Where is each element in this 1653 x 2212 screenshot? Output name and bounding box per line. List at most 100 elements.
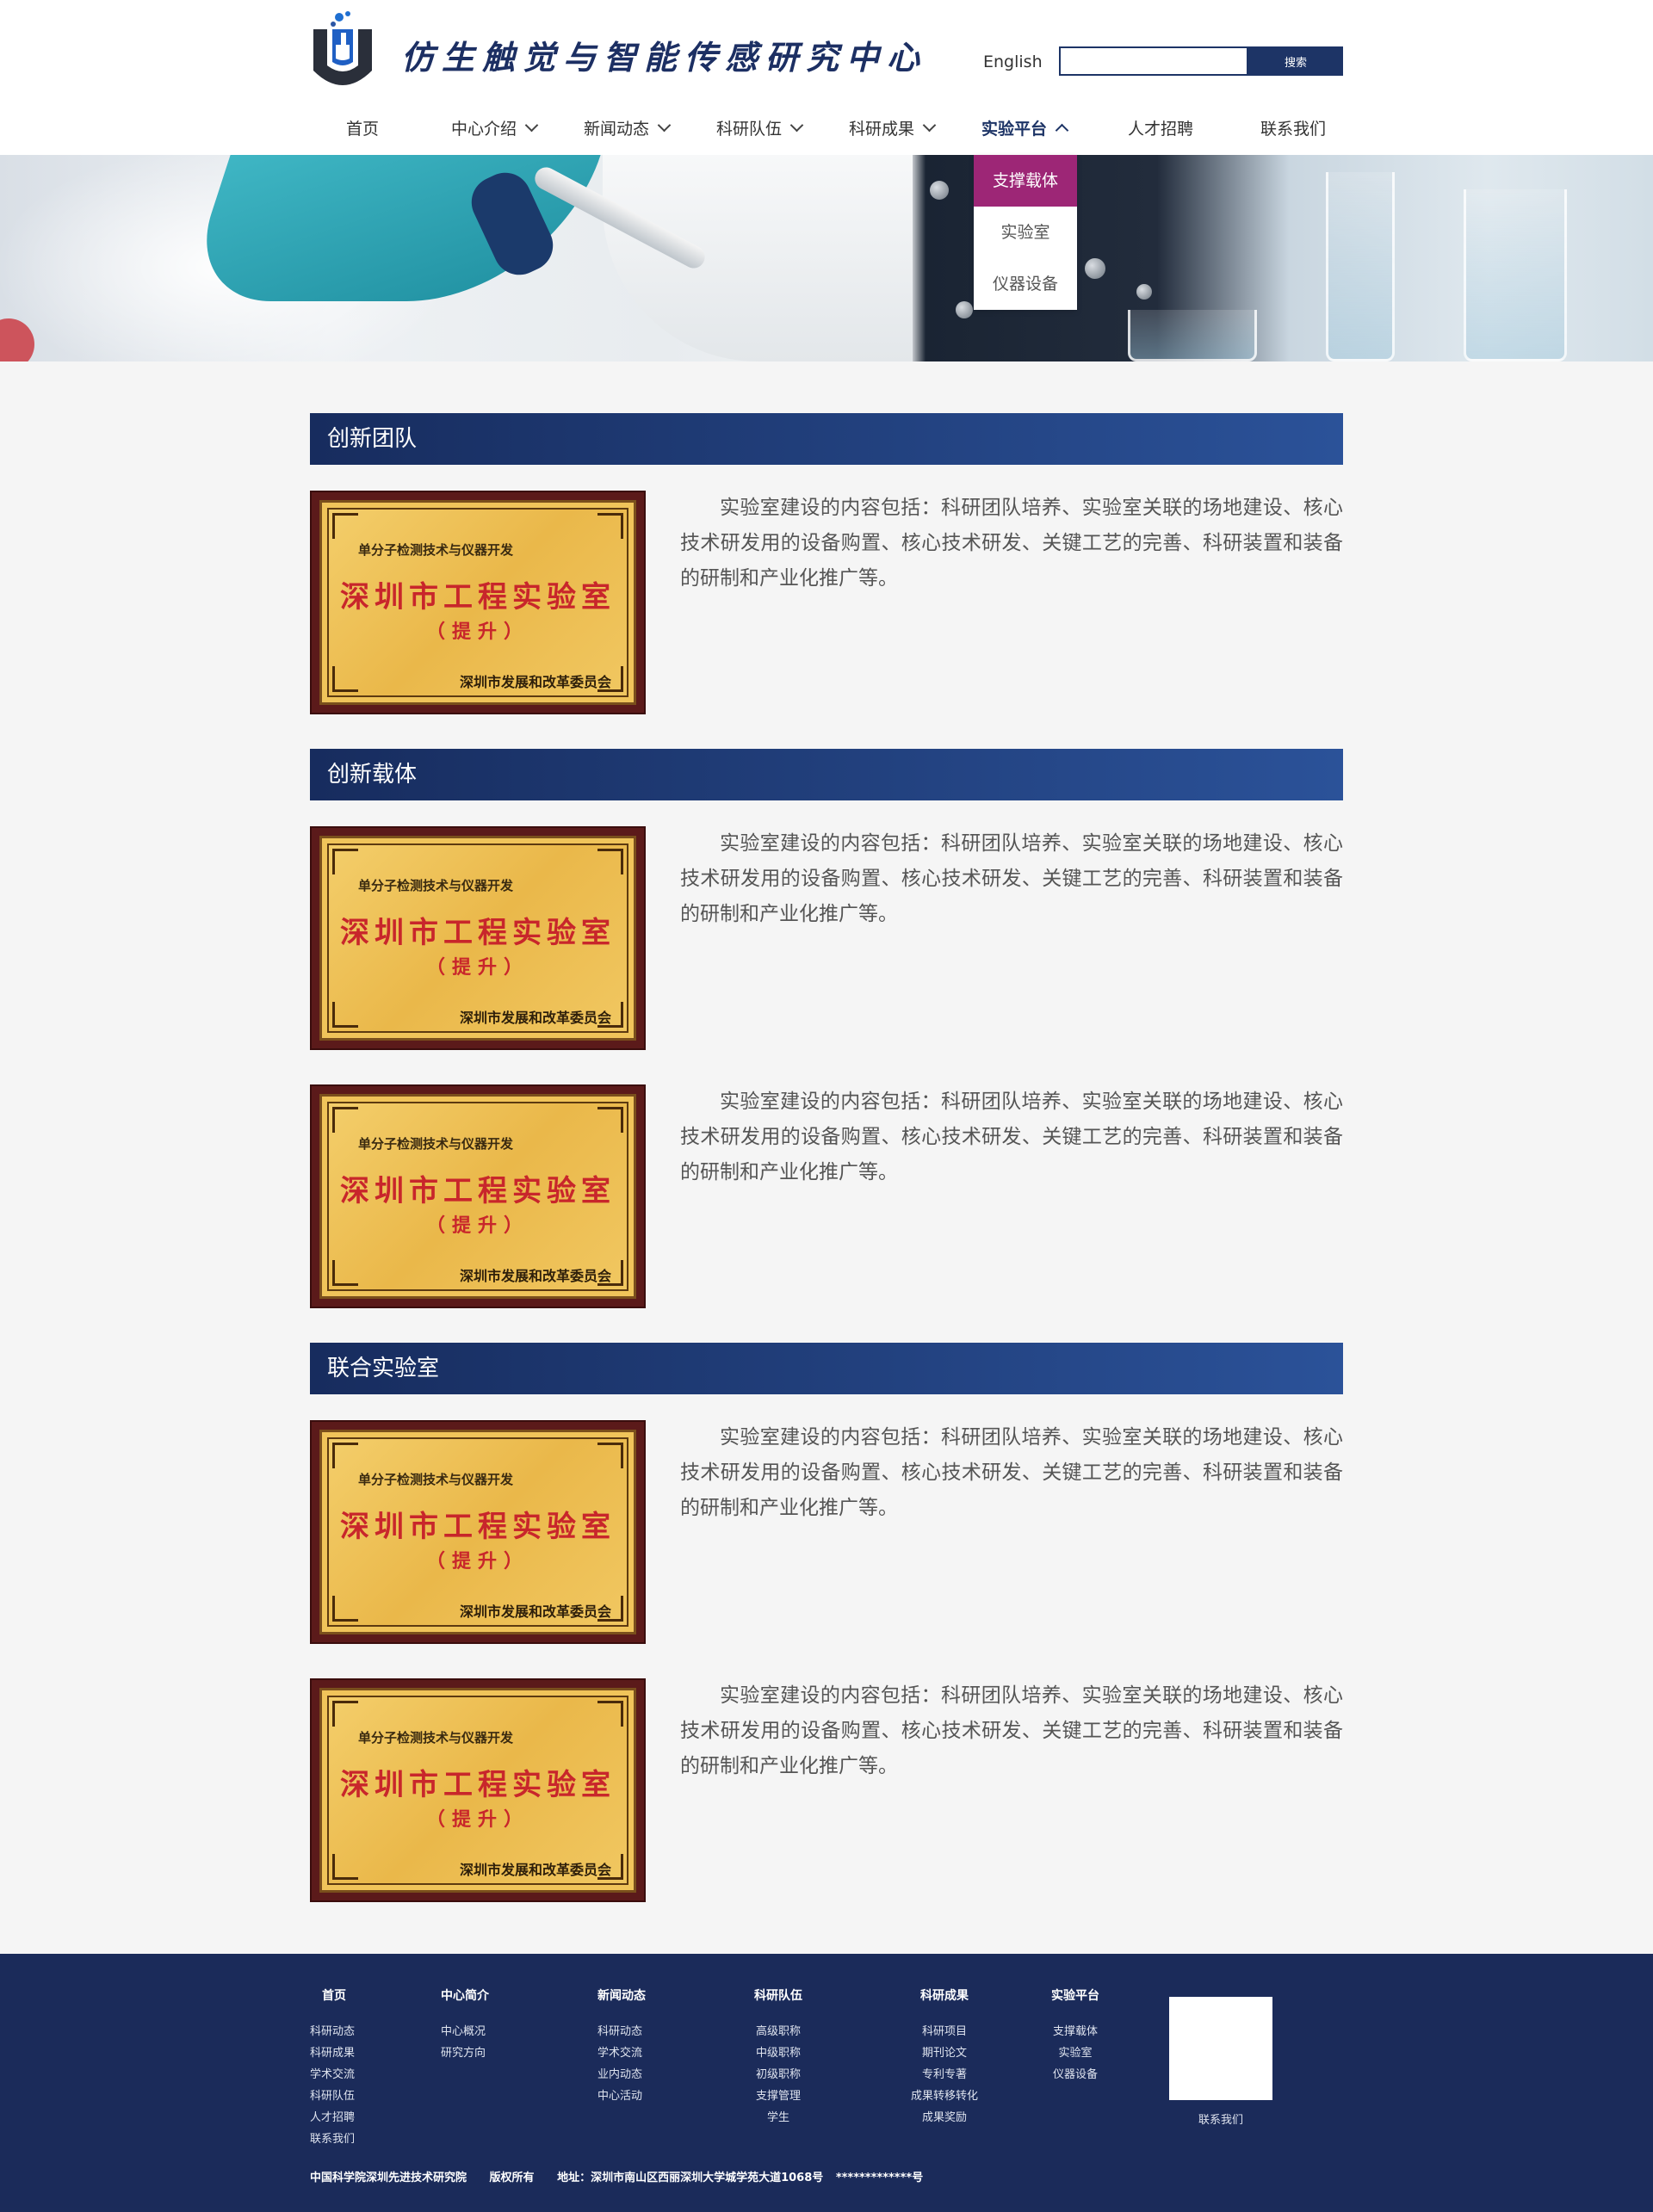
lab-entry: 单分子检测技术与仪器开发 深圳市工程实验室 （提升） 深圳市发展和改革委员会 实… — [310, 491, 1343, 714]
banner-molecule — [1136, 284, 1152, 300]
plaque-main-text: 深圳市工程实验室 — [340, 916, 616, 950]
logo-icon[interactable] — [310, 10, 375, 100]
english-link[interactable]: English — [983, 53, 1043, 71]
footer-link[interactable]: 研究方向 — [441, 2042, 489, 2064]
footer-column-title[interactable]: 首页 — [310, 1986, 355, 2004]
nav-contact-label: 联系我们 — [1260, 120, 1327, 139]
plaque-sub-text: （提升） — [425, 1214, 529, 1237]
footer-link[interactable]: 学术交流 — [597, 2042, 646, 2064]
chevron-down-icon — [657, 118, 672, 133]
footer-link[interactable]: 学生 — [754, 2107, 802, 2129]
footer-link[interactable]: 科研动态 — [597, 2021, 646, 2042]
plaque-main-text: 深圳市工程实验室 — [340, 1768, 616, 1802]
lab-entry: 单分子检测技术与仪器开发 深圳市工程实验室 （提升） 深圳市发展和改革委员会 实… — [310, 1678, 1343, 1902]
footer-link[interactable]: 支撑载体 — [1051, 2021, 1099, 2042]
banner-red-detail — [0, 318, 34, 361]
plaque-main-text: 深圳市工程实验室 — [340, 1174, 616, 1208]
plaque-top-text: 单分子检测技术与仪器开发 — [358, 1136, 514, 1152]
nav-contact[interactable]: 联系我们 — [1260, 112, 1326, 146]
footer-link[interactable]: 实验室 — [1051, 2042, 1099, 2064]
nav-lab-platform[interactable]: 实验平台 — [981, 112, 1069, 146]
footer-link[interactable]: 人才招聘 — [310, 2107, 355, 2129]
plaque-top-text: 单分子检测技术与仪器开发 — [358, 542, 514, 558]
nav-center-intro-label: 中心介绍 — [451, 120, 517, 139]
banner-molecule — [956, 301, 973, 318]
footer-link[interactable]: 科研成果 — [310, 2042, 355, 2064]
footer-link[interactable]: 专利专著 — [907, 2064, 981, 2085]
qr-code-image — [1169, 1997, 1272, 2100]
footer-link[interactable]: 中级职称 — [754, 2042, 802, 2064]
banner-cylinder — [1464, 189, 1567, 361]
plaque-bottom-text: 深圳市发展和改革委员会 — [459, 674, 611, 690]
footer-column-news: 新闻动态 科研动态 学术交流 业内动态 中心活动 — [597, 1986, 646, 2107]
lab-entry: 单分子检测技术与仪器开发 深圳市工程实验室 （提升） 深圳市发展和改革委员会 实… — [310, 1084, 1343, 1308]
copyright-icp: *************号 — [835, 2172, 924, 2184]
plaque-top-text: 单分子检测技术与仪器开发 — [358, 878, 514, 893]
plaque-top-text: 单分子检测技术与仪器开发 — [358, 1472, 514, 1487]
nav-research-results[interactable]: 科研成果 — [849, 112, 937, 146]
copyright-org: 中国科学院深圳先进技术研究院 — [310, 2172, 467, 2184]
footer-column-title[interactable]: 科研队伍 — [754, 1986, 802, 2004]
dropdown-item-equipment[interactable]: 仪器设备 — [974, 258, 1077, 310]
footer-column-home: 首页 科研动态 科研成果 学术交流 科研队伍 人才招聘 联系我们 — [310, 1986, 355, 2150]
footer-link[interactable]: 成果奖励 — [907, 2107, 981, 2129]
plaque-sub-text: （提升） — [425, 1808, 529, 1831]
footer-link[interactable]: 科研队伍 — [310, 2085, 355, 2107]
banner-flask — [1326, 172, 1395, 361]
footer-column-lab-platform: 实验平台 支撑载体 实验室 仪器设备 — [1051, 1986, 1099, 2085]
plaque-sub-text: （提升） — [425, 621, 529, 643]
footer-link[interactable]: 中心活动 — [597, 2085, 646, 2107]
footer-link[interactable]: 高级职称 — [754, 2021, 802, 2042]
section-heading: 联合实验室 — [310, 1343, 1343, 1394]
footer-link[interactable]: 科研动态 — [310, 2021, 355, 2042]
plaque-bottom-text: 深圳市发展和改革委员会 — [459, 1268, 611, 1284]
hero-banner — [0, 155, 1653, 361]
search-button[interactable]: 搜索 — [1248, 46, 1343, 76]
banner-molecule — [1085, 258, 1105, 279]
footer-column-results: 科研成果 科研项目 期刊论文 专利专著 成果转移转化 成果奖励 — [907, 1986, 981, 2129]
copyright-bar: 中国科学院深圳先进技术研究院 版权所有 地址：深圳市南山区西丽深圳大学城学苑大道… — [310, 2168, 942, 2184]
plaque-main-text: 深圳市工程实验室 — [340, 1510, 616, 1544]
lab-entry: 单分子检测技术与仪器开发 深圳市工程实验室 （提升） 深圳市发展和改革委员会 实… — [310, 1420, 1343, 1644]
nav-news[interactable]: 新闻动态 — [584, 112, 672, 146]
plaque-sub-text: （提升） — [425, 956, 529, 979]
footer-column-title[interactable]: 实验平台 — [1051, 1986, 1099, 2004]
copyright-rights: 版权所有 — [489, 2172, 535, 2184]
banner-molecule — [930, 181, 949, 200]
footer-link[interactable]: 支撑管理 — [754, 2085, 802, 2107]
footer-link[interactable]: 期刊论文 — [907, 2042, 981, 2064]
footer-column-title[interactable]: 科研成果 — [907, 1986, 981, 2004]
chevron-up-icon — [1055, 123, 1069, 138]
dropdown-item-lab[interactable]: 实验室 — [974, 207, 1077, 258]
footer-link[interactable]: 成果转移转化 — [907, 2085, 981, 2107]
nav-recruitment[interactable]: 人才招聘 — [1128, 112, 1193, 146]
nav-center-intro[interactable]: 中心介绍 — [451, 112, 539, 146]
footer-link[interactable]: 初级职称 — [754, 2064, 802, 2085]
nav-news-label: 新闻动态 — [584, 120, 650, 139]
site-header: 仿生触觉与智能传感研究中心 English 搜索 首页 中心介绍 新闻动态 科研… — [0, 0, 1653, 155]
footer-link[interactable]: 联系我们 — [310, 2129, 355, 2150]
certificate-plaque-image: 单分子检测技术与仪器开发 深圳市工程实验室 （提升） 深圳市发展和改革委员会 — [310, 826, 646, 1050]
plaque-sub-text: （提升） — [425, 1550, 529, 1572]
certificate-plaque-image: 单分子检测技术与仪器开发 深圳市工程实验室 （提升） 深圳市发展和改革委员会 — [310, 491, 646, 714]
footer-link[interactable]: 中心概况 — [441, 2021, 489, 2042]
nav-recruitment-label: 人才招聘 — [1128, 120, 1194, 139]
nav-research-team-label: 科研队伍 — [716, 120, 783, 139]
footer-link[interactable]: 仪器设备 — [1051, 2064, 1099, 2085]
footer-link[interactable]: 科研项目 — [907, 2021, 981, 2042]
certificate-plaque-image: 单分子检测技术与仪器开发 深圳市工程实验室 （提升） 深圳市发展和改革委员会 — [310, 1420, 646, 1644]
plaque-bottom-text: 深圳市发展和改革委员会 — [459, 1010, 611, 1026]
site-footer: 首页 科研动态 科研成果 学术交流 科研队伍 人才招聘 联系我们 中心简介 中心… — [0, 1954, 1653, 2212]
plaque-bottom-text: 深圳市发展和改革委员会 — [459, 1862, 611, 1878]
lab-entry: 单分子检测技术与仪器开发 深圳市工程实验室 （提升） 深圳市发展和改革委员会 实… — [310, 826, 1343, 1050]
footer-link[interactable]: 业内动态 — [597, 2064, 646, 2085]
footer-column-center-intro: 中心简介 中心概况 研究方向 — [441, 1986, 489, 2064]
nav-home[interactable]: 首页 — [346, 112, 379, 146]
footer-column-title[interactable]: 新闻动态 — [597, 1986, 646, 2004]
footer-link[interactable]: 学术交流 — [310, 2064, 355, 2085]
nav-research-team[interactable]: 科研队伍 — [716, 112, 804, 146]
dropdown-item-support[interactable]: 支撑载体 — [974, 155, 1077, 207]
section-heading: 创新团队 — [310, 413, 1343, 465]
search-input[interactable] — [1059, 46, 1248, 76]
footer-column-title[interactable]: 中心简介 — [441, 1986, 489, 2004]
